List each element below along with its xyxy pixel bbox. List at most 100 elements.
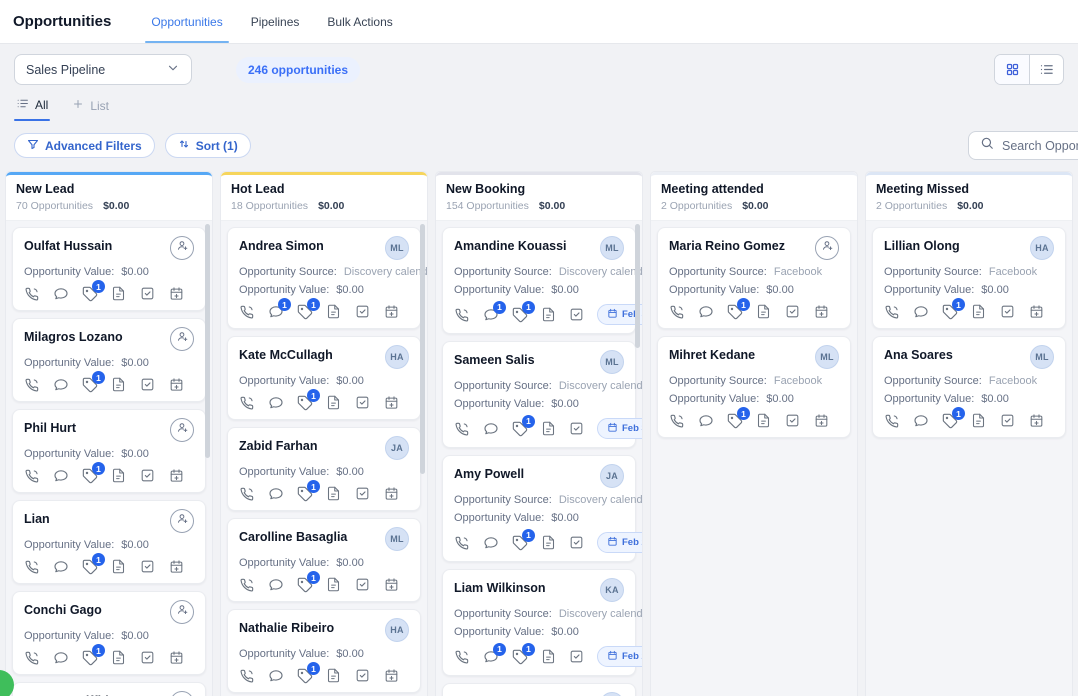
unassigned-avatar[interactable] xyxy=(170,691,194,696)
message-icon[interactable] xyxy=(268,486,284,502)
message-icon[interactable] xyxy=(483,421,499,437)
unassigned-avatar[interactable] xyxy=(170,327,194,351)
opportunity-card[interactable]: Lian Opportunity Value: $0.00 1 xyxy=(12,500,206,584)
notes-icon[interactable] xyxy=(541,535,556,551)
opportunity-card[interactable]: Ana Soares ML Opportunity Source: Facebo… xyxy=(872,336,1066,438)
message-icon[interactable] xyxy=(53,559,69,575)
unassigned-avatar[interactable] xyxy=(170,600,194,624)
message-icon[interactable]: 1 xyxy=(483,649,499,665)
tag-icon[interactable]: 1 xyxy=(297,577,313,593)
tag-icon[interactable]: 1 xyxy=(512,307,528,323)
message-icon[interactable] xyxy=(698,304,714,320)
calendar-icon[interactable] xyxy=(384,577,400,593)
notes-icon[interactable] xyxy=(971,413,987,429)
sort-button[interactable]: Sort (1) xyxy=(165,133,251,158)
unassigned-avatar[interactable] xyxy=(170,418,194,442)
phone-icon[interactable] xyxy=(24,286,40,302)
assignee-avatar[interactable]: HA xyxy=(1030,236,1054,260)
tag-icon[interactable]: 1 xyxy=(512,535,528,551)
calendar-icon[interactable] xyxy=(814,304,830,320)
notes-icon[interactable] xyxy=(111,650,127,666)
notes-icon[interactable] xyxy=(326,395,342,411)
tag-icon[interactable]: 1 xyxy=(82,377,98,393)
tag-icon[interactable]: 1 xyxy=(512,421,528,437)
appointment-badge[interactable]: Feb 2nd, 6:30 pm xyxy=(597,532,642,553)
phone-icon[interactable] xyxy=(24,559,40,575)
phone-icon[interactable] xyxy=(454,535,470,551)
phone-icon[interactable] xyxy=(239,577,255,593)
column-scrollbar[interactable] xyxy=(205,224,210,458)
message-icon[interactable] xyxy=(698,413,714,429)
notes-icon[interactable] xyxy=(326,304,342,320)
notes-icon[interactable] xyxy=(326,668,342,684)
opportunity-card[interactable]: Liam Wilkinson KA Opportunity Source: Di… xyxy=(442,569,636,676)
notes-icon[interactable] xyxy=(111,286,127,302)
message-icon[interactable] xyxy=(268,668,284,684)
opportunity-card[interactable]: Milagros Lozano Opportunity Value: $0.00 xyxy=(12,318,206,402)
opportunity-card[interactable]: Phil Hurt Opportunity Value: $0.00 xyxy=(12,409,206,493)
tasks-icon[interactable] xyxy=(140,650,156,666)
opportunity-card[interactable]: George Griffiths Opportunity Value: $0.0… xyxy=(12,682,206,696)
appointment-badge[interactable]: Feb 3rd, 5:30 pm xyxy=(597,418,642,439)
advanced-filters-button[interactable]: Advanced Filters xyxy=(14,133,155,158)
notes-icon[interactable] xyxy=(326,577,342,593)
tag-icon[interactable]: 1 xyxy=(297,668,313,684)
pipeline-select[interactable]: Sales Pipeline xyxy=(14,54,192,85)
tag-icon[interactable]: 1 xyxy=(727,304,743,320)
appointment-badge[interactable]: Feb 2nd, 6:00 pm xyxy=(597,646,642,667)
calendar-icon[interactable] xyxy=(384,304,400,320)
opportunity-card[interactable]: Andrea Simon ML Opportunity Source: Disc… xyxy=(227,227,421,329)
calendar-icon[interactable] xyxy=(384,395,400,411)
calendar-icon[interactable] xyxy=(814,413,830,429)
opportunity-card[interactable]: Mihret Kedane ML Opportunity Source: Fac… xyxy=(657,336,851,438)
opportunity-card[interactable]: Amy Powell JA Opportunity Source: Discov… xyxy=(442,455,636,562)
assignee-avatar[interactable]: KA xyxy=(600,578,624,602)
phone-icon[interactable] xyxy=(454,649,470,665)
notes-icon[interactable] xyxy=(756,304,772,320)
board-tab-all[interactable]: All xyxy=(16,97,48,121)
tasks-icon[interactable] xyxy=(785,304,801,320)
tasks-icon[interactable] xyxy=(569,421,584,437)
unassigned-avatar[interactable] xyxy=(170,236,194,260)
tag-icon[interactable]: 1 xyxy=(297,304,313,320)
notes-icon[interactable] xyxy=(541,649,556,665)
tasks-icon[interactable] xyxy=(355,395,371,411)
phone-icon[interactable] xyxy=(239,304,255,320)
opportunity-card[interactable]: Vandriel Rodil ML Opportunity Source: Di… xyxy=(442,683,636,696)
assignee-avatar[interactable]: ML xyxy=(600,692,624,696)
calendar-icon[interactable] xyxy=(169,468,185,484)
message-icon[interactable]: 1 xyxy=(483,307,499,323)
phone-icon[interactable] xyxy=(239,395,255,411)
assignee-avatar[interactable]: ML xyxy=(385,527,409,551)
tasks-icon[interactable] xyxy=(355,486,371,502)
search-input[interactable] xyxy=(1002,139,1078,153)
calendar-icon[interactable] xyxy=(384,668,400,684)
phone-icon[interactable] xyxy=(669,413,685,429)
column-scrollbar[interactable] xyxy=(635,224,640,348)
message-icon[interactable] xyxy=(53,650,69,666)
notes-icon[interactable] xyxy=(111,377,127,393)
assignee-avatar[interactable]: ML xyxy=(385,236,409,260)
unassigned-avatar[interactable] xyxy=(815,236,839,260)
assignee-avatar[interactable]: HA xyxy=(385,618,409,642)
opportunity-card[interactable]: Zabid Farhan JA Opportunity Value: $0.00… xyxy=(227,427,421,511)
tasks-icon[interactable] xyxy=(569,535,584,551)
message-icon[interactable]: 1 xyxy=(268,304,284,320)
tab-bulk-actions[interactable]: Bulk Actions xyxy=(327,0,392,43)
column-scrollbar[interactable] xyxy=(420,224,425,474)
message-icon[interactable] xyxy=(53,468,69,484)
notes-icon[interactable] xyxy=(756,413,772,429)
tag-icon[interactable]: 1 xyxy=(297,486,313,502)
phone-icon[interactable] xyxy=(884,304,900,320)
message-icon[interactable] xyxy=(53,377,69,393)
opportunity-card[interactable]: Maria Reino Gomez Opportunity Source: Fa… xyxy=(657,227,851,329)
assignee-avatar[interactable]: JA xyxy=(600,464,624,488)
add-list-tab[interactable]: List xyxy=(72,98,109,121)
opportunity-card[interactable]: Conchi Gago Opportunity Value: $0.00 xyxy=(12,591,206,675)
phone-icon[interactable] xyxy=(239,486,255,502)
tasks-icon[interactable] xyxy=(1000,413,1016,429)
message-icon[interactable] xyxy=(268,395,284,411)
calendar-icon[interactable] xyxy=(169,286,185,302)
tasks-icon[interactable] xyxy=(1000,304,1016,320)
assignee-avatar[interactable]: ML xyxy=(815,345,839,369)
